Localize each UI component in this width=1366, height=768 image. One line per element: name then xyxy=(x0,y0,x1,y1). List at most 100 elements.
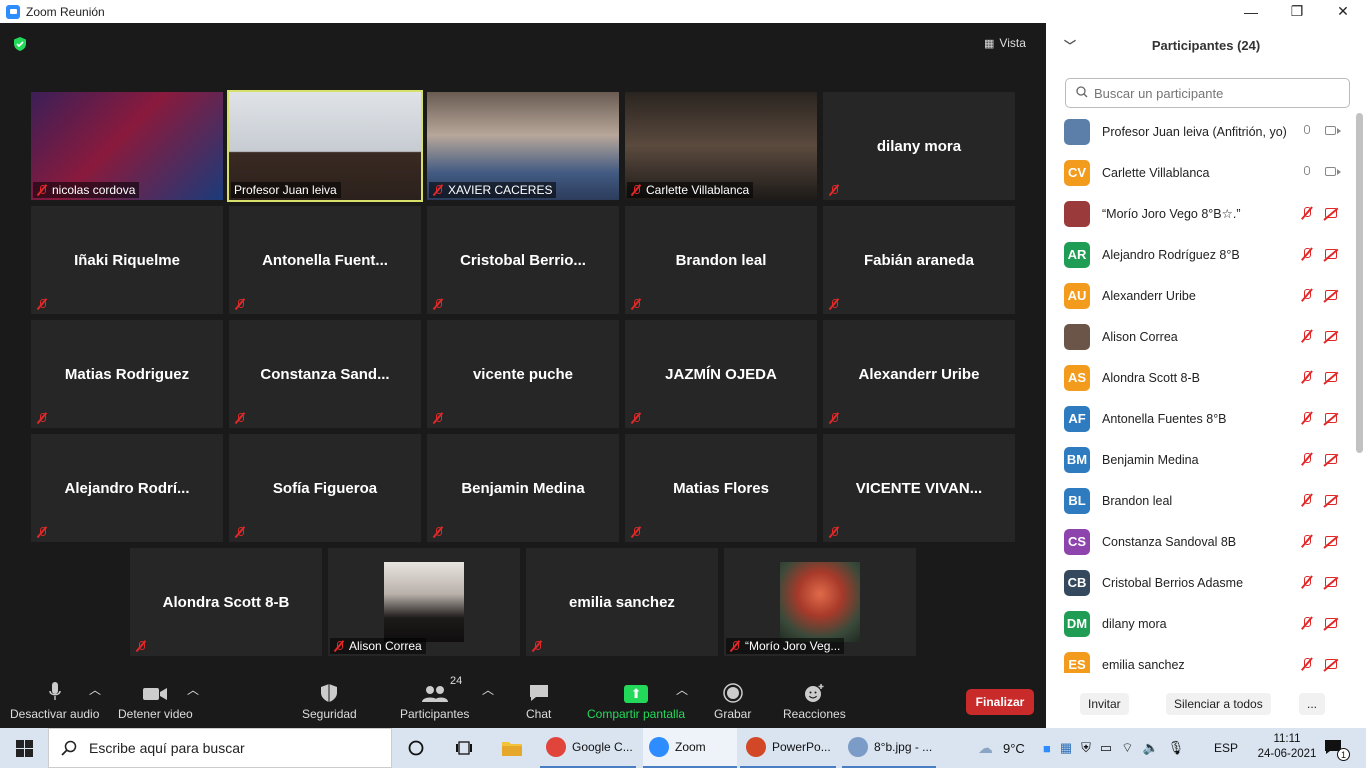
security-tray-icon[interactable]: ⛨ xyxy=(1081,740,1091,756)
taskbar-app[interactable]: 8°b.jpg - ... xyxy=(842,728,936,768)
volume-icon[interactable]: 🔈 xyxy=(1142,740,1158,756)
participant-row[interactable]: DM dilany mora xyxy=(1046,603,1354,644)
weather-widget[interactable]: ☁ 9°C xyxy=(978,728,1025,768)
participants-button[interactable]: Participantes xyxy=(400,681,469,721)
zoom-tray-icon[interactable]: ■ xyxy=(1043,741,1051,756)
mute-audio-button[interactable]: Desactivar audio xyxy=(10,681,99,721)
participant-row[interactable]: Alison Correa xyxy=(1046,316,1354,357)
language-indicator[interactable]: ESP xyxy=(1214,728,1238,768)
security-button[interactable]: Seguridad xyxy=(302,681,357,721)
end-meeting-button[interactable]: Finalizar xyxy=(966,689,1034,715)
camera-icon[interactable] xyxy=(1325,125,1341,137)
participant-row[interactable]: BL Brandon leal xyxy=(1046,480,1354,521)
participant-row[interactable]: CS Constanza Sandoval 8B xyxy=(1046,521,1354,562)
collapse-chevron-icon[interactable]: ﹀ xyxy=(1064,37,1076,54)
network-tray-icon[interactable]: ▦ xyxy=(1060,740,1072,756)
camera-off-icon[interactable] xyxy=(1325,371,1341,383)
view-button[interactable]: ▦ Vista xyxy=(984,32,1040,54)
maximize-button[interactable]: ❐ xyxy=(1274,0,1320,23)
stop-video-button[interactable]: Detener video xyxy=(118,681,193,721)
video-tile[interactable]: JAZMÍN OJEDA xyxy=(625,320,817,428)
video-tile[interactable]: Profesor Juan leiva xyxy=(227,90,423,202)
file-explorer-icon[interactable] xyxy=(501,728,523,768)
invite-button[interactable]: Invitar xyxy=(1080,693,1129,715)
video-tile[interactable]: vicente puche xyxy=(427,320,619,428)
video-tile[interactable]: XAVIER CACERES xyxy=(427,92,619,200)
participant-search[interactable] xyxy=(1065,78,1350,108)
video-tile[interactable]: Antonella Fuent... xyxy=(229,206,421,314)
video-tile[interactable]: Matias Flores xyxy=(625,434,817,542)
reactions-button[interactable]: Reacciones xyxy=(783,681,846,721)
audio-options-caret-icon[interactable]: ︿ xyxy=(89,681,101,698)
muted-mic-icon[interactable] xyxy=(1301,207,1313,221)
muted-mic-icon[interactable] xyxy=(1301,412,1313,426)
participant-row[interactable]: BM Benjamin Medina xyxy=(1046,439,1354,480)
camera-off-icon[interactable] xyxy=(1325,453,1341,465)
video-tile[interactable]: Fabián araneda xyxy=(823,206,1015,314)
video-tile[interactable]: Alondra Scott 8-B xyxy=(130,548,322,656)
video-tile[interactable]: Alexanderr Uribe xyxy=(823,320,1015,428)
muted-mic-icon[interactable] xyxy=(1301,576,1313,590)
cortana-icon[interactable] xyxy=(408,728,424,768)
camera-off-icon[interactable] xyxy=(1325,494,1341,506)
video-tile[interactable]: Alison Correa xyxy=(328,548,520,656)
camera-off-icon[interactable] xyxy=(1325,658,1341,670)
muted-mic-icon[interactable] xyxy=(1301,289,1313,303)
share-options-caret-icon[interactable]: ︿ xyxy=(676,681,688,698)
muted-mic-icon[interactable] xyxy=(1301,535,1313,549)
task-view-icon[interactable] xyxy=(455,728,473,768)
video-options-caret-icon[interactable]: ︿ xyxy=(187,681,199,698)
participant-row[interactable]: AU Alexanderr Uribe xyxy=(1046,275,1354,316)
participant-row[interactable]: AF Antonella Fuentes 8°B xyxy=(1046,398,1354,439)
muted-mic-icon[interactable] xyxy=(1301,494,1313,508)
video-tile[interactable]: Sofía Figueroa xyxy=(229,434,421,542)
video-tile[interactable]: VICENTE VIVAN... xyxy=(823,434,1015,542)
camera-off-icon[interactable] xyxy=(1325,576,1341,588)
camera-off-icon[interactable] xyxy=(1325,412,1341,424)
search-input[interactable] xyxy=(1094,85,1334,101)
chat-button[interactable]: Chat xyxy=(526,681,551,721)
taskbar-app[interactable]: PowerPo... xyxy=(740,728,836,768)
participant-row[interactable]: AS Alondra Scott 8-B xyxy=(1046,357,1354,398)
participant-row[interactable]: ES emilia sanchez xyxy=(1046,644,1354,673)
muted-mic-icon[interactable] xyxy=(1301,371,1313,385)
close-button[interactable]: ✕ xyxy=(1320,0,1366,23)
microphone-icon[interactable] xyxy=(1301,166,1313,180)
start-button[interactable] xyxy=(0,728,48,768)
taskbar-search[interactable]: Escribe aquí para buscar xyxy=(48,728,392,768)
camera-off-icon[interactable] xyxy=(1325,207,1341,219)
camera-off-icon[interactable] xyxy=(1325,330,1341,342)
participant-row[interactable]: Profesor Juan leiva (Anfitrión, yo) xyxy=(1046,111,1354,152)
mute-all-button[interactable]: Silenciar a todos xyxy=(1166,693,1271,715)
wifi-icon[interactable]: ⌔ xyxy=(1121,740,1133,756)
video-tile[interactable]: dilany mora xyxy=(823,92,1015,200)
microphone-icon[interactable] xyxy=(1301,125,1313,139)
camera-off-icon[interactable] xyxy=(1325,617,1341,629)
muted-mic-icon[interactable] xyxy=(1301,330,1313,344)
muted-mic-icon[interactable] xyxy=(1301,658,1313,672)
battery-icon[interactable]: ▭ xyxy=(1100,740,1112,756)
participants-options-caret-icon[interactable]: ︿ xyxy=(482,681,494,698)
video-tile[interactable]: Brandon leal xyxy=(625,206,817,314)
video-tile[interactable]: Constanza Sand... xyxy=(229,320,421,428)
record-button[interactable]: Grabar xyxy=(714,681,751,721)
participant-row[interactable]: CB Cristobal Berrios Adasme xyxy=(1046,562,1354,603)
participant-row[interactable]: CV Carlette Villablanca xyxy=(1046,152,1354,193)
camera-off-icon[interactable] xyxy=(1325,248,1341,260)
taskbar-app[interactable]: Google C... xyxy=(540,728,636,768)
muted-mic-icon[interactable] xyxy=(1301,617,1313,631)
video-tile[interactable]: “Morío Joro Veg... xyxy=(724,548,916,656)
video-tile[interactable]: Carlette Villablanca xyxy=(625,92,817,200)
video-tile[interactable]: Matias Rodriguez xyxy=(31,320,223,428)
muted-mic-icon[interactable] xyxy=(1301,248,1313,262)
taskbar-app[interactable]: Zoom xyxy=(643,728,737,768)
video-tile[interactable]: nicolas cordova xyxy=(31,92,223,200)
participant-row[interactable]: AR Alejandro Rodríguez 8°B xyxy=(1046,234,1354,275)
more-options-button[interactable]: ... xyxy=(1299,693,1326,715)
security-shield-icon[interactable] xyxy=(12,36,28,52)
video-tile[interactable]: Cristobal Berrio... xyxy=(427,206,619,314)
participant-list-scrollbar[interactable] xyxy=(1356,113,1363,453)
participant-row[interactable]: “Morío Joro Vego 8°B☆.” xyxy=(1046,193,1354,234)
video-tile[interactable]: Alejandro Rodrí... xyxy=(31,434,223,542)
video-tile[interactable]: Benjamin Medina xyxy=(427,434,619,542)
